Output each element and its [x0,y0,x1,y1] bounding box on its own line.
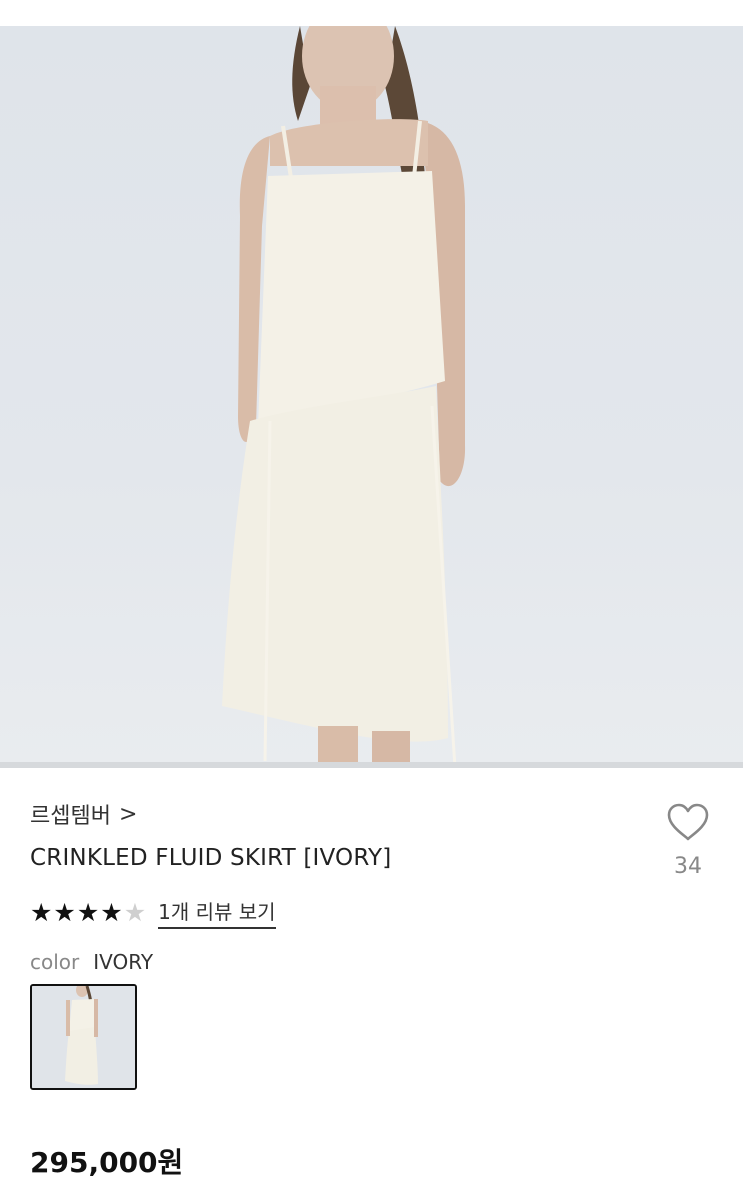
color-option: color IVORY [30,950,153,974]
star-filled-icon: ★ [76,897,100,927]
option-value: IVORY [93,950,154,974]
option-label: color [30,950,80,974]
heart-icon [667,803,709,841]
product-title: CRINKLED FLUID SKIRT [IVORY] [30,845,392,871]
star-filled-icon: ★ [100,897,123,927]
star-empty-icon: ★ [123,897,147,927]
thumbnail-image [32,986,135,1088]
color-thumbnail[interactable] [30,984,137,1090]
star-filled-icon: ★ [53,897,76,927]
brand-link[interactable]: 르셉템버 > [30,798,137,830]
brand-name: 르셉템버 [30,804,111,829]
star-filled-icon: ★ [30,897,53,927]
view-reviews-link[interactable]: 1개 리뷰 보기 [158,896,276,929]
product-info: 르셉템버 > CRINKLED FLUID SKIRT [IVORY] 34 ★… [0,768,743,1200]
like-button[interactable]: 34 [662,802,714,879]
like-count: 34 [674,854,702,879]
product-photo [0,26,743,768]
product-image[interactable] [0,0,743,768]
price: 295,000원 [30,1146,184,1179]
rating: ★ ★ ★ ★ ★ 1개 리뷰 보기 [30,896,276,929]
star-rating: ★ ★ ★ ★ ★ [30,897,147,927]
model-illustration [222,26,466,768]
chevron-right-icon: > [118,801,138,827]
